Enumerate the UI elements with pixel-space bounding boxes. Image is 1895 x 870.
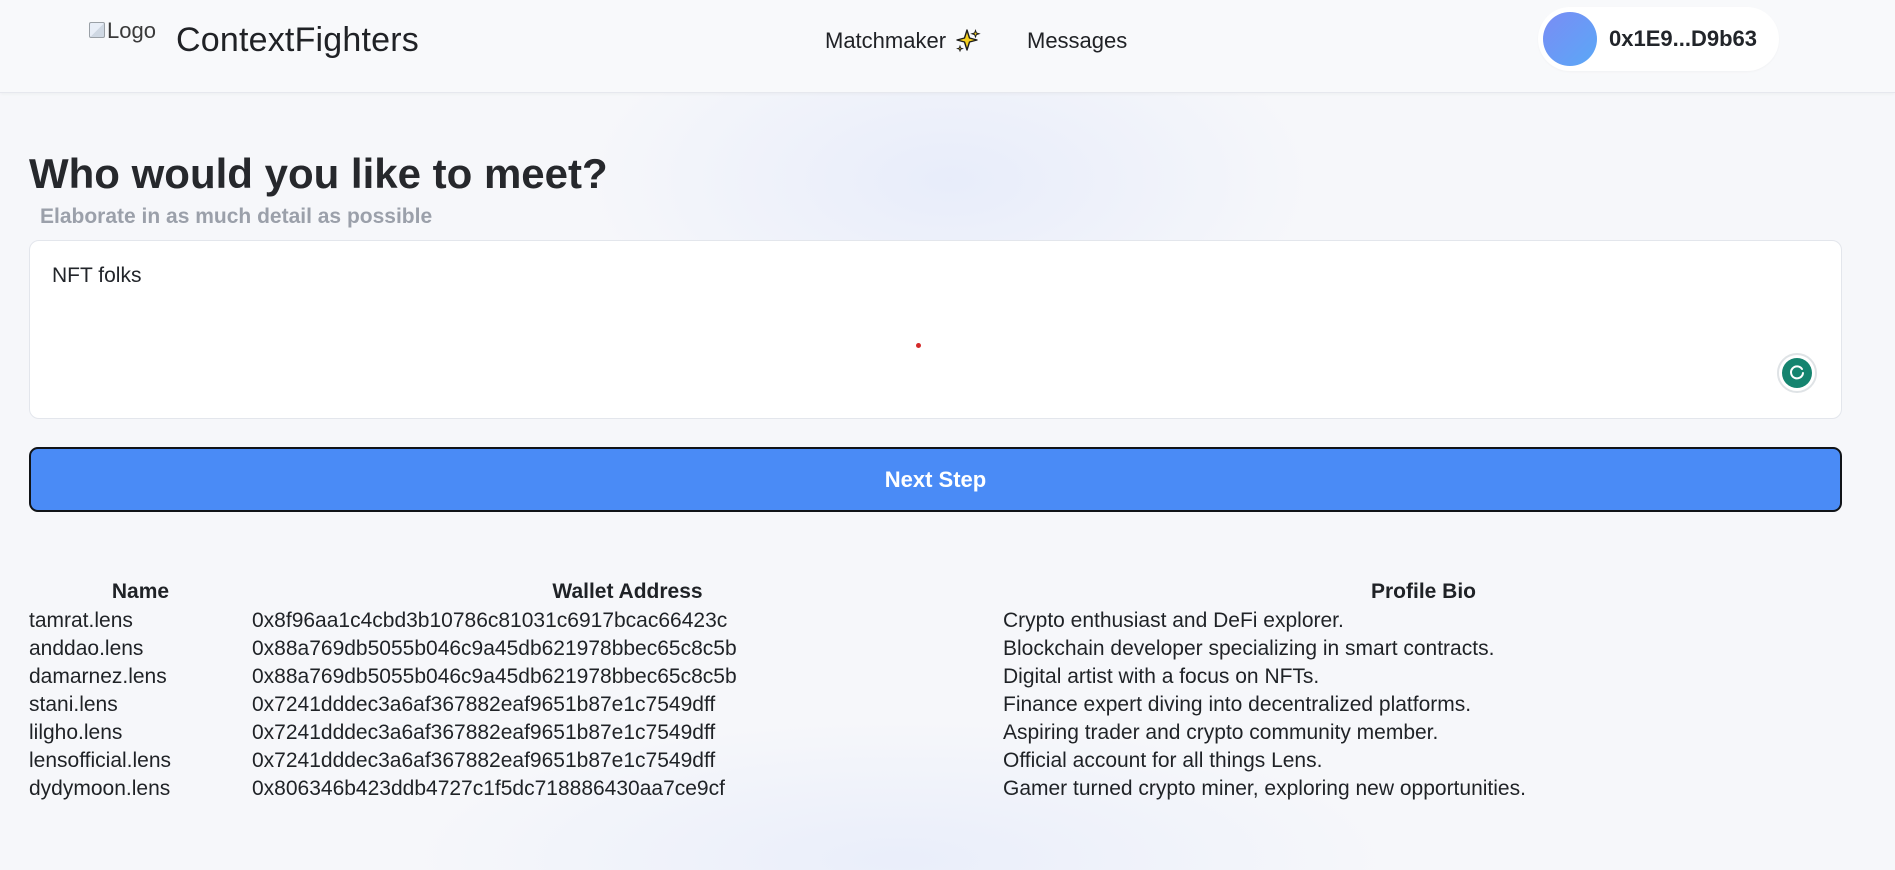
cell-wallet: 0x7241dddec3a6af367882eaf9651b87e1c7549d… [252,693,716,716]
avatar [1543,12,1597,66]
table-row: tamrat.lens 0x8f96aa1c4cbd3b10786c81031c… [29,607,1844,635]
cell-bio: Crypto enthusiast and DeFi explorer. [1003,609,1344,632]
page-title: Who would you like to meet? [29,150,608,197]
brand-name[interactable]: ContextFighters [176,21,419,60]
cell-bio: Blockchain developer specializing in sma… [1003,637,1495,660]
column-header-wallet: Wallet Address [552,580,703,603]
cell-bio: Aspiring trader and crypto community mem… [1003,721,1439,744]
cell-name: stani.lens [29,693,118,716]
logo-alt-text: Logo [107,18,156,43]
cell-name: tamrat.lens [29,609,133,632]
cell-wallet: 0x7241dddec3a6af367882eaf9651b87e1c7549d… [252,749,716,772]
table-row: stani.lens 0x7241dddec3a6af367882eaf9651… [29,691,1844,719]
cell-wallet: 0x8f96aa1c4cbd3b10786c81031c6917bcac6642… [252,609,728,632]
description-field-container: NFT folks [29,240,1842,419]
cell-name: lensofficial.lens [29,749,172,772]
cell-wallet: 0x88a769db5055b046c9a45db621978bbec65c8c… [252,637,737,660]
broken-image-icon [89,22,105,38]
nav-matchmaker-label: Matchmaker [825,28,947,53]
logo[interactable]: Logo [89,18,156,44]
cell-name: dydymoon.lens [29,777,171,800]
grammar-assistant-button[interactable] [1777,353,1817,393]
table-row: lensofficial.lens 0x7241dddec3a6af367882… [29,747,1844,775]
table-row: dydymoon.lens 0x806346b423ddb4727c1f5dc7… [29,775,1844,803]
cell-name: damarnez.lens [29,665,167,688]
nav-messages[interactable]: Messages [1027,28,1127,54]
cell-bio: Gamer turned crypto miner, exploring new… [1003,777,1526,800]
grammar-assistant-icon [1782,358,1812,388]
cell-wallet: 0x88a769db5055b046c9a45db621978bbec65c8c… [252,665,737,688]
cell-name: lilgho.lens [29,721,123,744]
sparkle-icon [956,29,981,53]
table-header-row: Name Wallet Address Profile Bio [29,577,1844,607]
table-row: damarnez.lens 0x88a769db5055b046c9a45db6… [29,663,1844,691]
page-subtitle: Elaborate in as much detail as possible [40,205,433,228]
cell-wallet: 0x7241dddec3a6af367882eaf9651b87e1c7549d… [252,721,716,744]
cursor-dot [916,343,921,348]
wallet-address: 0x1E9...D9b63 [1609,26,1757,51]
column-header-bio: Profile Bio [1370,580,1476,603]
cell-name: anddao.lens [29,637,144,660]
nav-matchmaker[interactable]: Matchmaker [825,28,981,54]
cell-bio: Official account for all things Lens. [1003,749,1323,772]
cell-wallet: 0x806346b423ddb4727c1f5dc718886430aa7ce9… [252,777,725,800]
table-row: lilgho.lens 0x7241dddec3a6af367882eaf965… [29,719,1844,747]
next-step-button[interactable]: Next Step [29,447,1842,512]
profiles-table: Name Wallet Address Profile Bio tamrat.l… [29,577,1844,803]
cell-bio: Finance expert diving into decentralized… [1003,693,1472,716]
description-textarea[interactable]: NFT folks [30,241,1841,418]
column-header-name: Name [111,580,170,603]
wallet-button[interactable]: 0x1E9...D9b63 [1538,7,1779,71]
cell-bio: Digital artist with a focus on NFTs. [1003,665,1320,688]
top-header: Logo ContextFighters Matchmaker Messages… [0,0,1895,93]
table-row: anddao.lens 0x88a769db5055b046c9a45db621… [29,635,1844,663]
